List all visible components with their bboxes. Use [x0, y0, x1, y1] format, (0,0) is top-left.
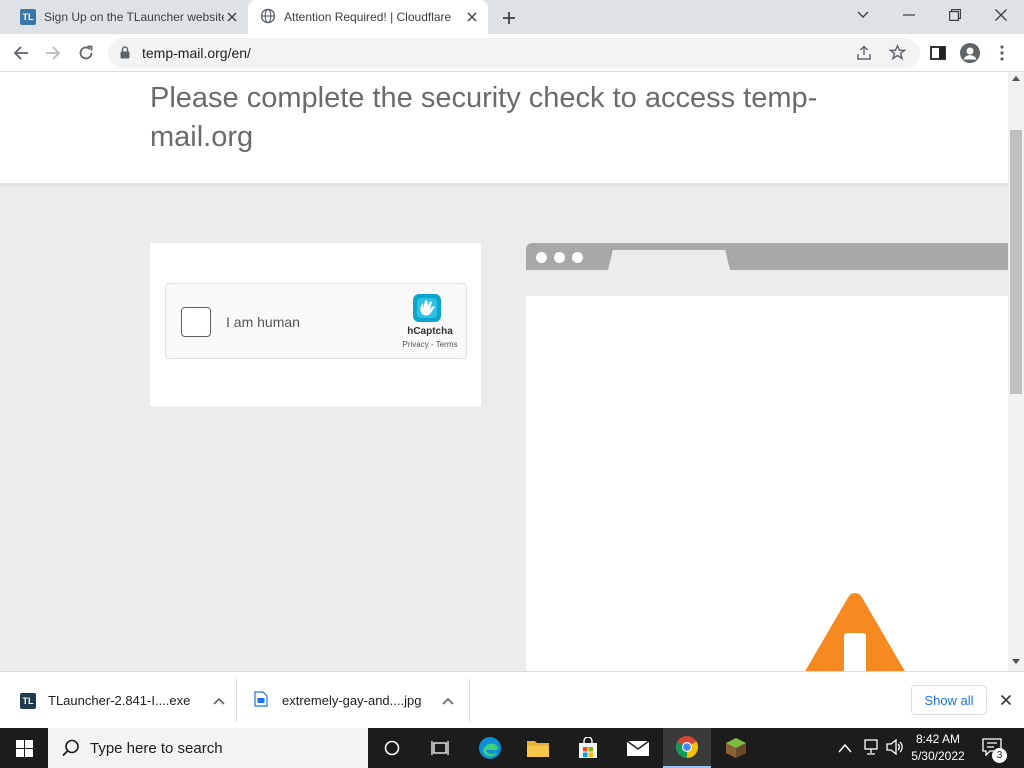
checkbox-label: I am human: [226, 314, 300, 330]
mail-icon[interactable]: [614, 728, 662, 768]
back-button[interactable]: [6, 38, 36, 68]
image-file-icon: [254, 691, 268, 710]
lock-icon[interactable]: [120, 46, 130, 64]
system-clock[interactable]: 8:42 AM 5/30/2022: [906, 731, 970, 765]
store-icon[interactable]: [564, 728, 612, 768]
download-separator: [236, 679, 237, 722]
privacy-terms-links[interactable]: Privacy - Terms: [393, 340, 467, 349]
chrome-taskbar-icon[interactable]: [663, 728, 711, 768]
network-icon[interactable]: [862, 739, 880, 760]
hcaptcha-brand: hCaptcha: [407, 326, 453, 337]
clock-date: 5/30/2022: [911, 749, 965, 763]
hcaptcha-logo-icon: [411, 292, 443, 329]
scroll-down-icon[interactable]: [1012, 659, 1020, 664]
scroll-thumb[interactable]: [1010, 130, 1022, 394]
close-tab-icon[interactable]: [464, 9, 480, 25]
profile-avatar[interactable]: [955, 38, 985, 68]
illustration-toolbar: [526, 270, 1008, 296]
captcha-card: I am human hCaptcha Privacy - Terms: [150, 243, 481, 406]
taskbar-search[interactable]: Type here to search: [48, 728, 368, 768]
chevron-up-icon[interactable]: [213, 693, 225, 708]
task-view-icon[interactable]: [416, 728, 464, 768]
human-checkbox[interactable]: [181, 307, 211, 337]
tab-search-icon[interactable]: [840, 0, 886, 30]
download-filename: TLauncher-2.841-I....exe: [48, 693, 191, 708]
illustration-tab: [608, 250, 730, 270]
new-tab-button[interactable]: [498, 7, 520, 29]
close-downloads-icon[interactable]: [996, 690, 1016, 710]
chevron-up-icon[interactable]: [442, 693, 454, 708]
windows-logo-icon: [15, 739, 33, 757]
chevron-up-icon[interactable]: [838, 740, 852, 758]
hcaptcha-widget: I am human hCaptcha Privacy - Terms: [165, 283, 467, 359]
edge-icon[interactable]: [466, 728, 514, 768]
illustration-title-bar: [526, 243, 1008, 270]
tlauncher-favicon: TL: [20, 9, 36, 25]
volume-icon[interactable]: [886, 738, 904, 760]
bookmark-star-icon[interactable]: [888, 44, 907, 66]
page-content: Please complete the security check to ac…: [0, 72, 1008, 671]
address-bar[interactable]: temp-mail.org/en/: [108, 38, 920, 68]
restore-button[interactable]: [932, 0, 978, 30]
reload-button[interactable]: [71, 38, 101, 68]
warning-icon: [764, 587, 946, 671]
browser-toolbar: temp-mail.org/en/: [0, 34, 1024, 72]
tab-strip: TL Sign Up on the TLauncher website Atte…: [0, 0, 1024, 34]
tab-title: Attention Required! | Cloudflare: [284, 10, 452, 24]
minecraft-icon[interactable]: [712, 728, 760, 768]
download-filename: extremely-gay-and....jpg: [282, 693, 422, 708]
tlauncher-icon: TL: [20, 692, 36, 709]
show-all-button[interactable]: Show all: [911, 685, 987, 715]
security-check-heading: Please complete the security check to ac…: [150, 82, 818, 153]
menu-icon[interactable]: [987, 38, 1017, 68]
tab-tlauncher[interactable]: TL Sign Up on the TLauncher website: [8, 0, 248, 34]
file-explorer-icon[interactable]: [514, 728, 562, 768]
download-item[interactable]: extremely-gay-and....jpg: [254, 672, 454, 729]
globe-icon: [260, 8, 276, 27]
share-icon[interactable]: [856, 45, 872, 66]
page-header: Please complete the security check to ac…: [0, 72, 1008, 183]
notification-badge: 3: [992, 748, 1007, 763]
tab-cloudflare[interactable]: Attention Required! | Cloudflare: [248, 0, 488, 34]
forward-button[interactable]: [38, 38, 68, 68]
windows-taskbar: Type here to search 8:42 AM 5/30/2022 3: [0, 728, 1024, 768]
close-tab-icon[interactable]: [224, 9, 240, 25]
browser-illustration: [526, 243, 1008, 671]
url-text: temp-mail.org/en/: [142, 45, 251, 61]
side-panel-icon[interactable]: [923, 38, 953, 68]
clock-time: 8:42 AM: [915, 732, 961, 746]
cortana-icon[interactable]: [368, 728, 416, 768]
scroll-up-icon[interactable]: [1012, 76, 1020, 81]
notification-center-icon[interactable]: 3: [982, 738, 1007, 763]
illustration-dot: [572, 252, 583, 263]
illustration-dot: [554, 252, 565, 263]
close-window-button[interactable]: [978, 0, 1024, 30]
start-button[interactable]: [0, 728, 48, 768]
downloads-bar: TL TLauncher-2.841-I....exe extremely-ga…: [0, 671, 1024, 728]
tab-title: Sign Up on the TLauncher website: [44, 10, 224, 24]
minimize-button[interactable]: [886, 0, 932, 30]
search-icon: [62, 739, 79, 757]
search-placeholder: Type here to search: [90, 739, 223, 757]
illustration-dot: [536, 252, 547, 263]
download-item[interactable]: TL TLauncher-2.841-I....exe: [20, 672, 225, 729]
download-separator: [469, 679, 470, 722]
